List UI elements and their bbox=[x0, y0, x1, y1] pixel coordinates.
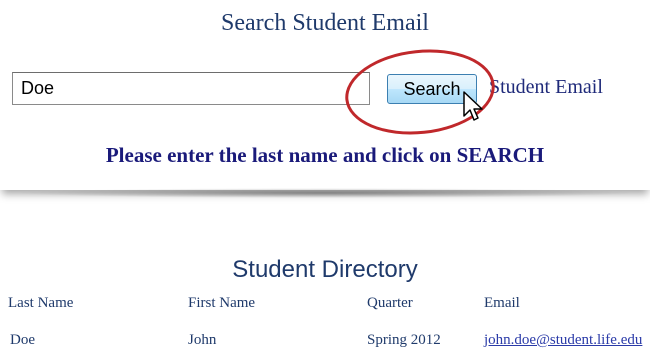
row-email-link[interactable]: john.doe@student.life.edu bbox=[484, 332, 642, 349]
student-email-label: Student Email bbox=[489, 76, 603, 98]
directory-title: Student Directory bbox=[232, 256, 418, 283]
directory-table: Last Name First Name Quarter Email Doe J… bbox=[0, 290, 650, 360]
search-panel-title: Search Student Email bbox=[221, 10, 429, 36]
search-button[interactable]: Search bbox=[387, 74, 477, 104]
last-name-search-input[interactable] bbox=[12, 72, 370, 105]
row-first-name: John bbox=[188, 332, 217, 348]
header-last-name: Last Name bbox=[8, 295, 74, 311]
header-first-name: First Name bbox=[188, 295, 256, 311]
row-quarter: Spring 2012 bbox=[367, 332, 441, 348]
panel-shadow bbox=[12, 188, 638, 198]
header-email: Email bbox=[484, 295, 520, 311]
row-last-name: Doe bbox=[10, 332, 35, 348]
search-panel: Search Student Email Search Student Emai… bbox=[0, 0, 650, 190]
header-quarter: Quarter bbox=[367, 295, 413, 311]
search-instruction: Please enter the last name and click on … bbox=[105, 143, 545, 167]
